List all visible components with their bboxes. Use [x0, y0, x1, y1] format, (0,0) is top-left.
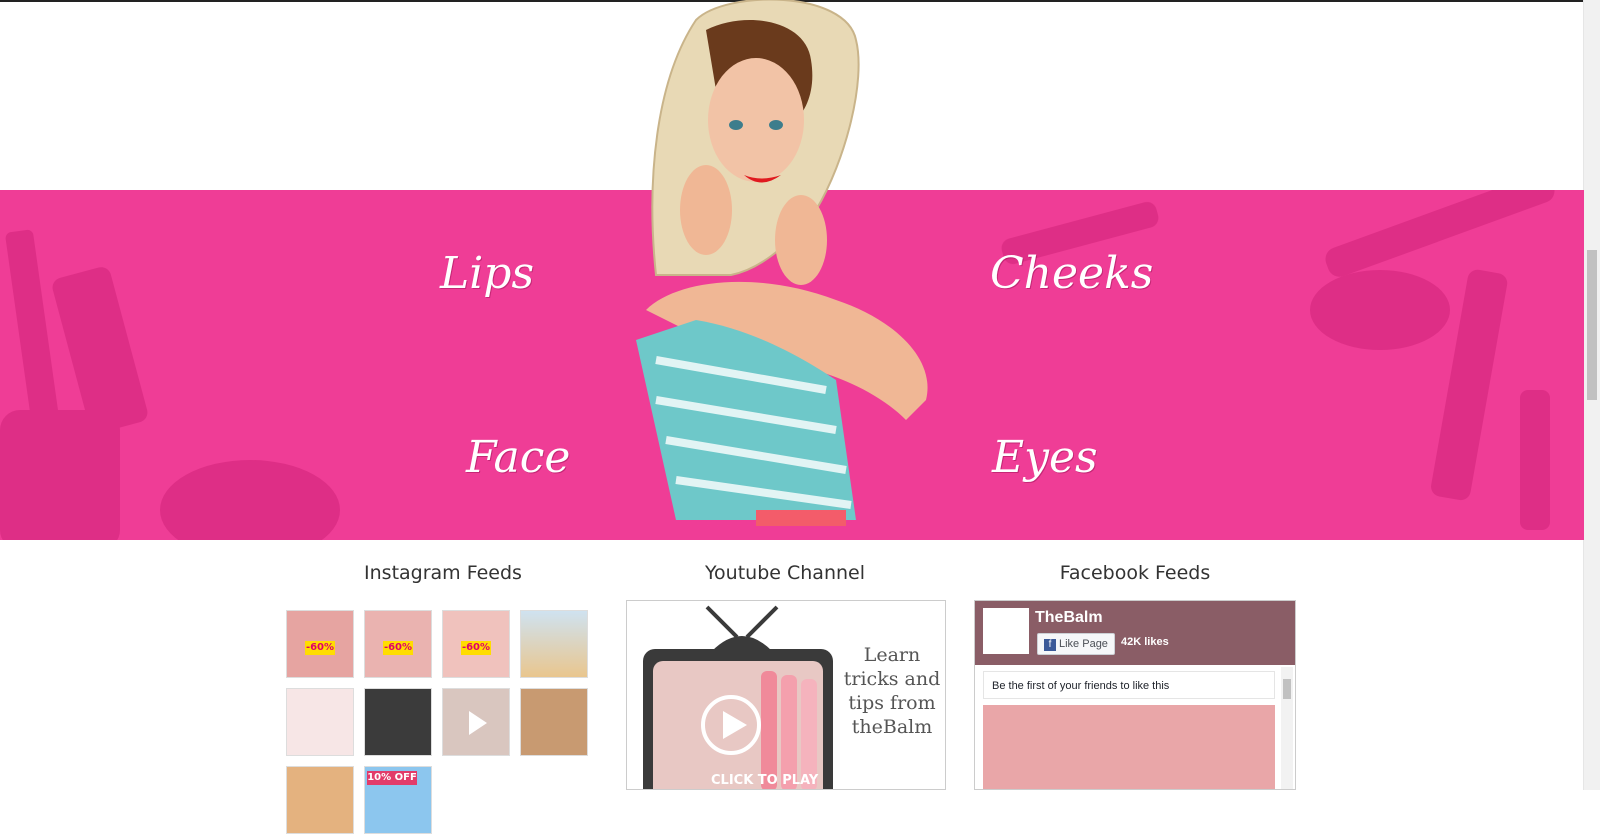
instagram-post[interactable]: 10% OFF: [364, 766, 432, 834]
instagram-post[interactable]: [364, 688, 432, 756]
friends-like-text: Be the first of your friends to like thi…: [983, 671, 1275, 699]
instagram-post[interactable]: [520, 688, 588, 756]
facebook-page-avatar[interactable]: [983, 608, 1029, 654]
facebook-scrollbar-thumb[interactable]: [1283, 679, 1291, 699]
facebook-section-title: Facebook Feeds: [1059, 562, 1211, 584]
youtube-section-title: Youtube Channel: [704, 562, 866, 584]
instagram-section-title: Instagram Feeds: [364, 562, 522, 584]
youtube-widget[interactable]: CLICK TO PLAY Learn tricks and tips from…: [626, 600, 946, 790]
facebook-widget: TheBalm f Like Page 42K likes Be the firs…: [974, 600, 1296, 790]
play-button-icon[interactable]: [653, 661, 823, 790]
youtube-tagline: Learn tricks and tips from theBalm: [843, 644, 941, 738]
instagram-post[interactable]: -60%: [364, 610, 432, 678]
instagram-post[interactable]: -60%: [442, 610, 510, 678]
instagram-post[interactable]: [520, 610, 588, 678]
category-lips[interactable]: Lips: [440, 248, 534, 299]
page-scrollbar[interactable]: [1583, 0, 1600, 790]
facebook-scrollbar[interactable]: [1281, 667, 1293, 789]
play-icon: [469, 711, 487, 735]
like-page-label: Like Page: [1059, 638, 1108, 650]
instagram-post[interactable]: [286, 688, 354, 756]
instagram-post[interactable]: [286, 766, 354, 834]
discount-badge: -60%: [461, 641, 491, 655]
facebook-post-image[interactable]: [983, 705, 1275, 789]
video-thumbnail[interactable]: CLICK TO PLAY: [653, 661, 823, 790]
likes-count: 42K likes: [1121, 636, 1169, 648]
like-page-button[interactable]: f Like Page: [1037, 633, 1115, 655]
facebook-page-header[interactable]: TheBalm f Like Page 42K likes: [975, 601, 1295, 665]
instagram-post[interactable]: -60%: [286, 610, 354, 678]
scrollbar-thumb[interactable]: [1587, 250, 1597, 400]
retro-woman-illustration: [636, 0, 928, 526]
facebook-page-name[interactable]: TheBalm: [1035, 609, 1103, 627]
click-to-play-label[interactable]: CLICK TO PLAY: [711, 773, 818, 788]
category-eyes[interactable]: Eyes: [992, 432, 1098, 483]
category-cheeks[interactable]: Cheeks: [990, 248, 1153, 299]
instagram-video-post[interactable]: [442, 688, 510, 756]
discount-badge: -60%: [383, 641, 413, 655]
tv-frame: CLICK TO PLAY: [643, 649, 833, 790]
discount-badge: -60%: [305, 641, 335, 655]
facebook-icon: f: [1044, 639, 1056, 651]
category-face[interactable]: Face: [466, 432, 570, 483]
discount-badge: 10% OFF: [367, 771, 417, 785]
